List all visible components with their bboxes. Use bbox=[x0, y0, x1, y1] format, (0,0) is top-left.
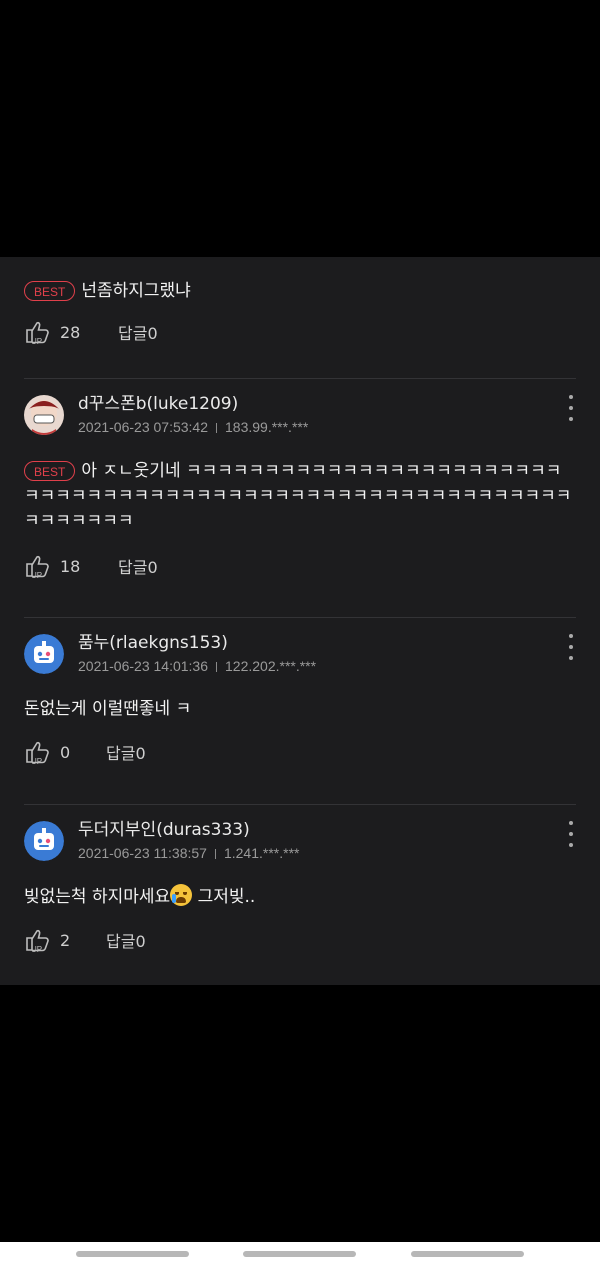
thumbs-up-icon[interactable]: UP bbox=[24, 738, 52, 766]
comment-body: 넌좀하지그랬냐 bbox=[81, 281, 191, 301]
back-button[interactable] bbox=[411, 1251, 524, 1257]
comment-date: 2021-06-23 11:38:57 bbox=[78, 845, 207, 861]
ip-address: 1.241.***.*** bbox=[223, 845, 300, 861]
comment-4: 두더지부인(duras333) 2021-06-23 11:38:57 1.241… bbox=[24, 819, 576, 954]
comment-body: 아 ㅈㄴ웃기네 ㅋㅋㅋㅋㅋㅋㅋㅋㅋㅋㅋㅋㅋㅋㅋㅋㅋㅋㅋㅋㅋㅋㅋㅋㅋㅋㅋㅋㅋㅋㅋㅋ… bbox=[24, 461, 572, 531]
recent-apps-button[interactable] bbox=[76, 1251, 189, 1257]
svg-text:UP: UP bbox=[31, 757, 42, 766]
comment-text: BEST 넌좀하지그랬냐 bbox=[24, 279, 576, 304]
comment-actions: UP 2 답글0 bbox=[24, 926, 576, 954]
comment-header: d꾸스폰b(luke1209) 2021-06-23 07:53:42 183.9… bbox=[24, 393, 576, 437]
comment-actions: UP 18 답글0 bbox=[24, 552, 576, 580]
reply-button[interactable]: 답글0 bbox=[118, 554, 158, 578]
username[interactable]: 두더지부인(duras333) bbox=[78, 819, 299, 841]
comment-text: BEST 아 ㅈㄴ웃기네 ㅋㅋㅋㅋㅋㅋㅋㅋㅋㅋㅋㅋㅋㅋㅋㅋㅋㅋㅋㅋㅋㅋㅋㅋㅋㅋㅋㅋ… bbox=[24, 459, 576, 534]
comment-panel: BEST 넌좀하지그랬냐 UP 28 답글0 d꾸스폰b(luke1209) 2… bbox=[0, 257, 600, 985]
home-button[interactable] bbox=[243, 1251, 356, 1257]
thumbs-up-icon[interactable]: UP bbox=[24, 552, 52, 580]
comment-date: 2021-06-23 14:01:36 bbox=[78, 658, 208, 674]
reply-button[interactable]: 답글0 bbox=[118, 320, 158, 344]
thumbs-up-icon[interactable]: UP bbox=[24, 318, 52, 346]
separator bbox=[214, 849, 216, 860]
like-count: 2 bbox=[60, 930, 71, 950]
comment-actions: UP 0 답글0 bbox=[24, 738, 576, 766]
more-options-icon[interactable] bbox=[566, 634, 576, 660]
divider bbox=[24, 378, 576, 379]
svg-text:UP: UP bbox=[31, 945, 42, 954]
like-count: 18 bbox=[60, 556, 81, 576]
comment-meta: 2021-06-23 14:01:36 122.202.***.*** bbox=[78, 656, 316, 676]
reply-button[interactable]: 답글0 bbox=[106, 928, 146, 952]
user-avatar[interactable] bbox=[24, 634, 64, 674]
comment-actions: UP 28 답글0 bbox=[24, 318, 576, 346]
ip-address: 122.202.***.*** bbox=[225, 658, 317, 674]
crying-face-icon bbox=[170, 884, 193, 906]
comment-1: BEST 넌좀하지그랬냐 UP 28 답글0 bbox=[24, 279, 576, 346]
user-avatar[interactable] bbox=[24, 395, 64, 435]
reply-button[interactable]: 답글0 bbox=[106, 740, 146, 764]
separator bbox=[216, 662, 217, 673]
more-options-icon[interactable] bbox=[566, 821, 576, 847]
system-navigation-bar bbox=[0, 1242, 600, 1267]
like-count: 28 bbox=[60, 322, 81, 342]
comment-meta: 2021-06-23 07:53:42 183.99.***.*** bbox=[78, 417, 308, 437]
comment-3: 품누(rlaekgns153) 2021-06-23 14:01:36 122.2… bbox=[24, 632, 576, 766]
comment-header: 두더지부인(duras333) 2021-06-23 11:38:57 1.241… bbox=[24, 819, 576, 863]
ip-address: 183.99.***.*** bbox=[225, 419, 309, 435]
comment-body: 빚없는척 하지마세요 bbox=[24, 887, 171, 907]
thumbs-up-icon[interactable]: UP bbox=[24, 926, 52, 954]
username[interactable]: d꾸스폰b(luke1209) bbox=[78, 393, 308, 415]
more-options-icon[interactable] bbox=[566, 395, 576, 421]
best-badge: BEST bbox=[24, 281, 76, 301]
comment-header: 품누(rlaekgns153) 2021-06-23 14:01:36 122.2… bbox=[24, 632, 576, 676]
divider bbox=[24, 804, 576, 805]
username[interactable]: 품누(rlaekgns153) bbox=[78, 632, 316, 654]
user-avatar[interactable] bbox=[24, 821, 64, 861]
like-count: 0 bbox=[60, 742, 71, 762]
divider bbox=[24, 617, 576, 618]
comment-meta: 2021-06-23 11:38:57 1.241.***.*** bbox=[78, 843, 299, 863]
comment-date: 2021-06-23 07:53:42 bbox=[78, 419, 208, 435]
comment-text: 돈없는게 이럴땐좋네 ㅋ bbox=[24, 699, 192, 719]
comment-body-end: 그저빚.. bbox=[192, 887, 256, 907]
comment-2: d꾸스폰b(luke1209) 2021-06-23 07:53:42 183.9… bbox=[24, 393, 576, 580]
comment-text: 빚없는척 하지마세요 그저빚.. bbox=[24, 884, 576, 910]
best-badge: BEST bbox=[24, 461, 76, 481]
separator bbox=[216, 423, 217, 434]
svg-text:UP: UP bbox=[31, 337, 42, 346]
svg-text:UP: UP bbox=[31, 571, 42, 580]
